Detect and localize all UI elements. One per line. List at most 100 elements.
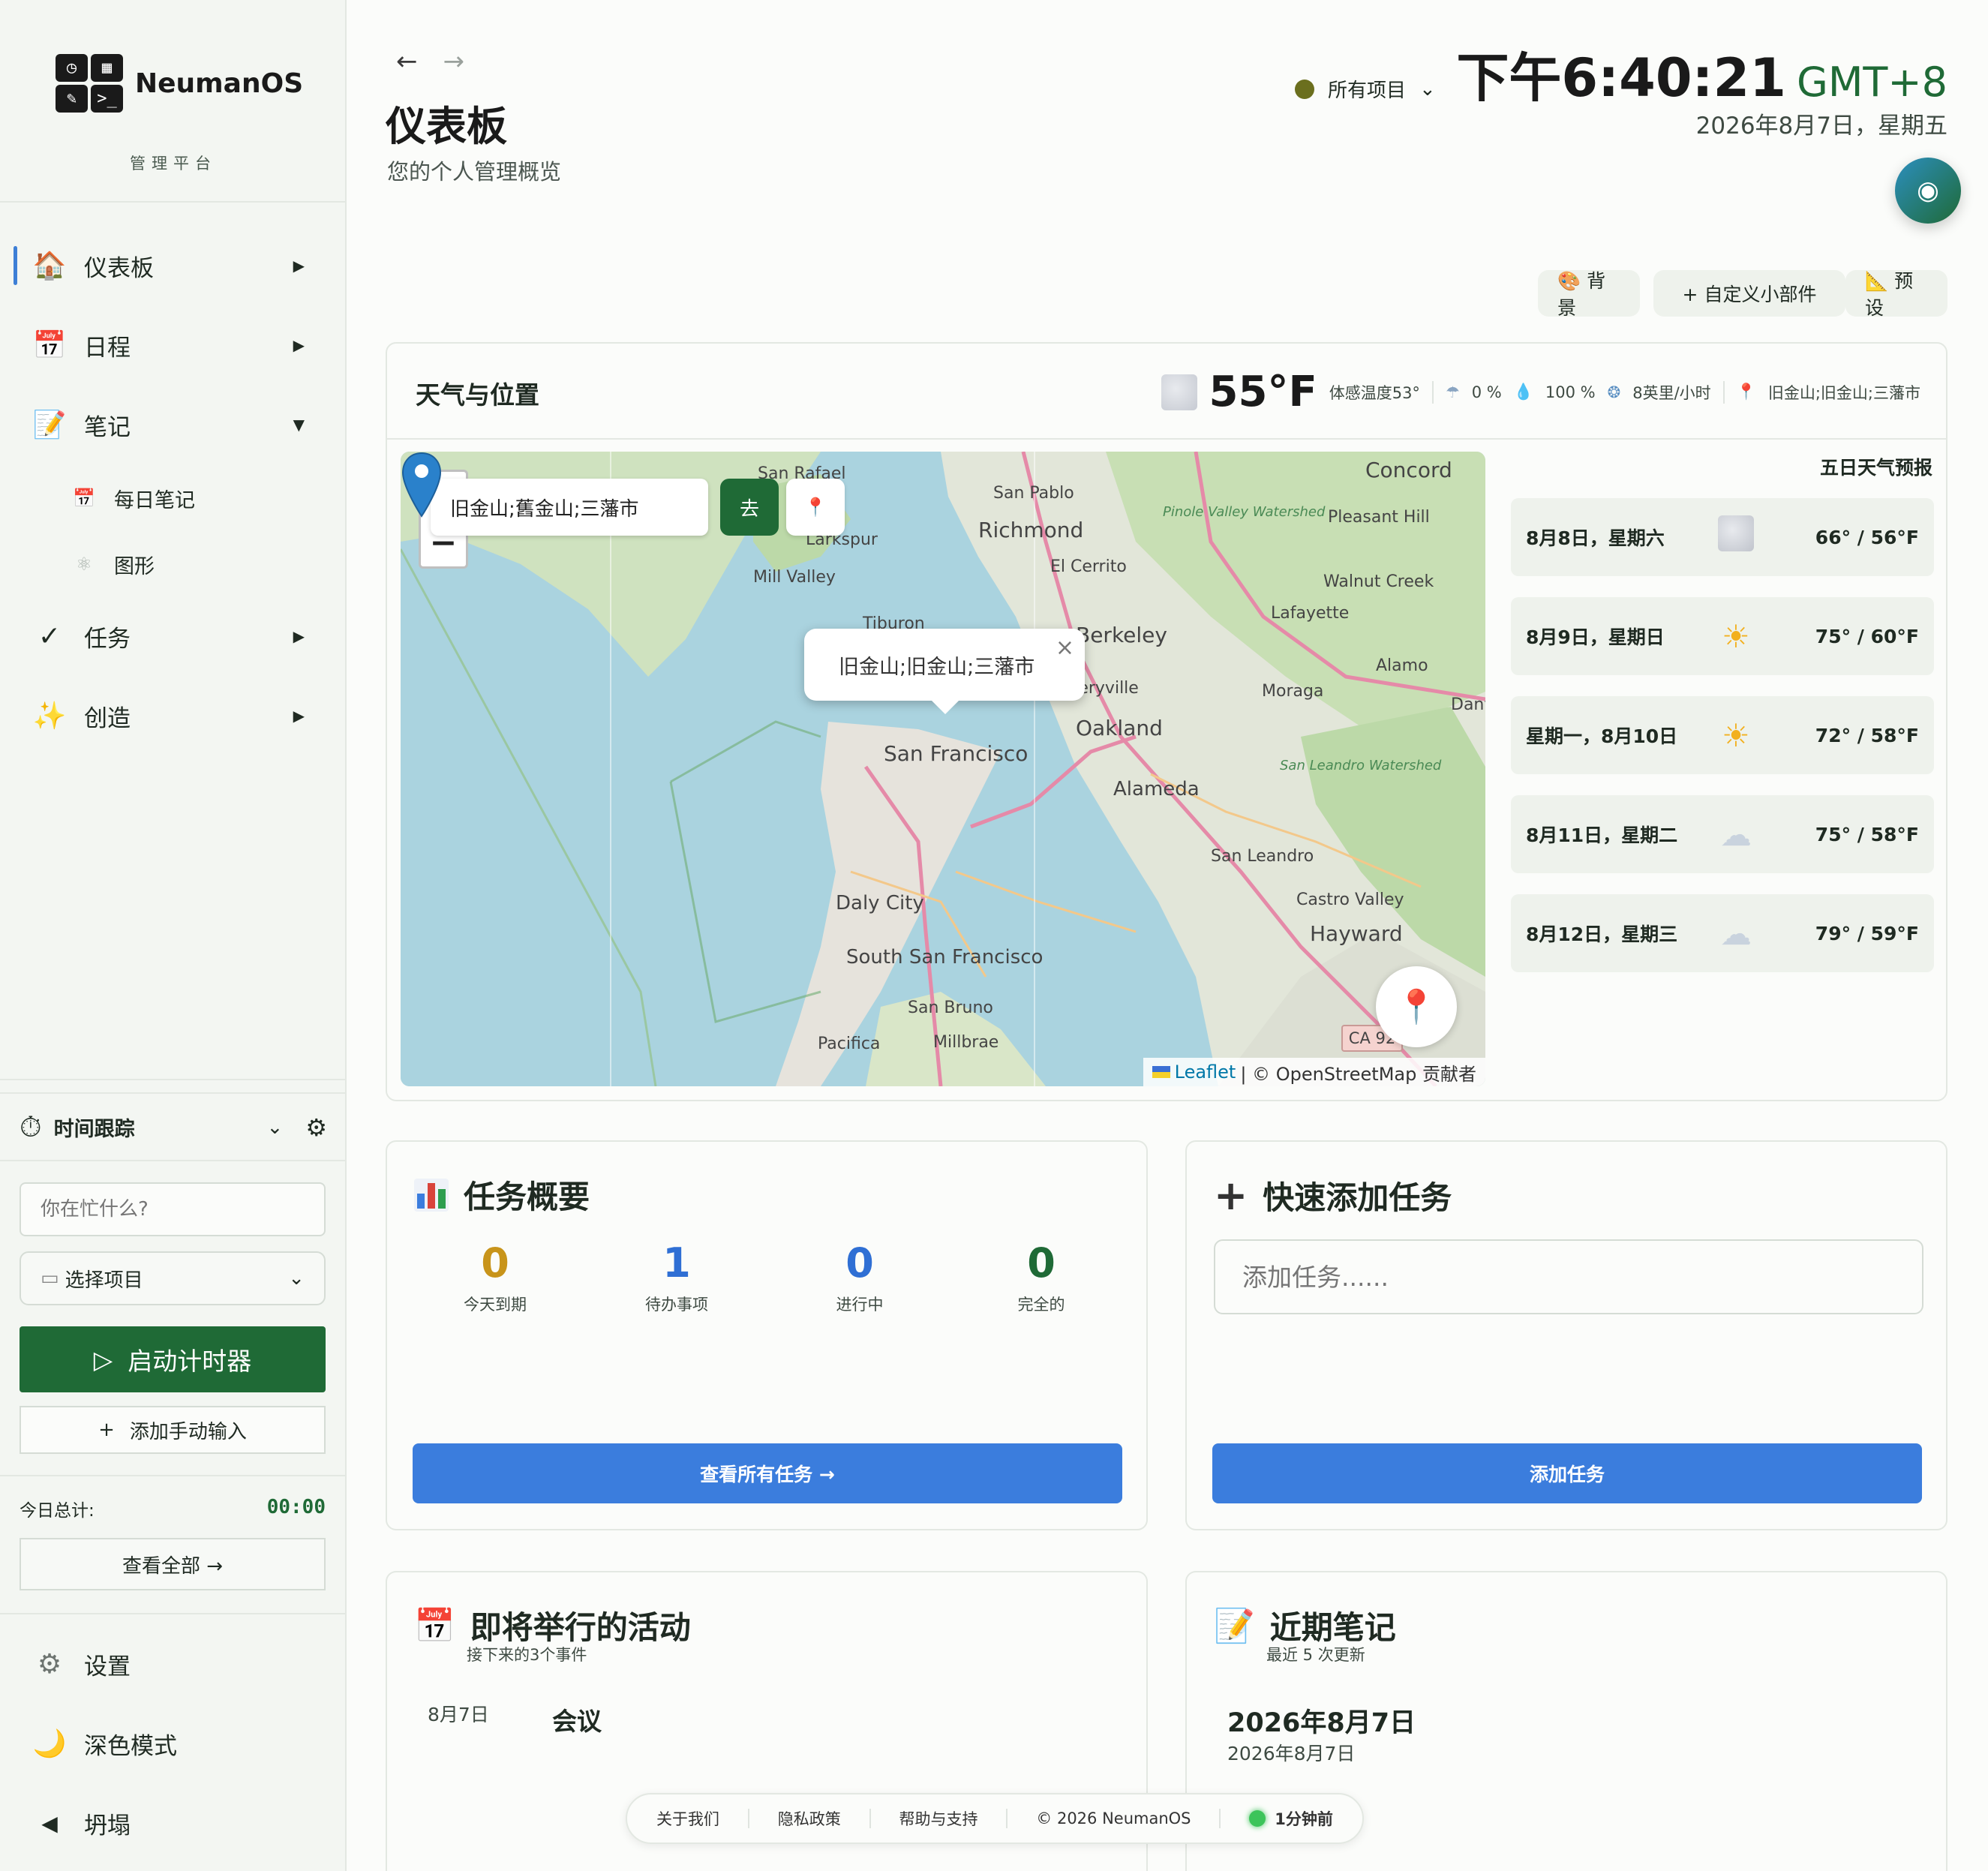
quick-add-card: + 快速添加任务 添加任务 (1185, 1140, 1947, 1530)
stat-in-progress[interactable]: 0 进行中 (785, 1239, 935, 1315)
project-color-dot (1295, 79, 1314, 99)
divider (1431, 380, 1434, 404)
stat-number: 0 (845, 1239, 874, 1287)
map-label: Alameda (1113, 778, 1200, 800)
map-label: Berkeley (1076, 623, 1167, 647)
map-label: Pleasant Hill (1328, 508, 1430, 527)
project-filter[interactable]: 所有项目 ⌄ (1295, 75, 1436, 103)
neumanos-logo-icon: ◷ ▦ ✎ >_ (56, 54, 123, 113)
activity-input[interactable] (20, 1182, 326, 1236)
robot-icon: ◉ (1917, 176, 1939, 206)
add-task-input[interactable] (1214, 1239, 1923, 1314)
project-select[interactable]: ▭ 选择项目 ⌄ (20, 1251, 326, 1305)
map[interactable]: San Rafael Concord San Pablo Richmond Pl… (401, 452, 1485, 1086)
assistant-robot-button[interactable]: ◉ (1895, 158, 1961, 224)
stat-todo[interactable]: 1 待办事项 (602, 1239, 752, 1315)
map-popup-text: 旧金山;旧金山;三藩市 (839, 655, 1035, 679)
sidebar-item-dark-mode[interactable]: 🌙 深色模式 (15, 1716, 315, 1770)
add-manual-entry-button[interactable]: + 添加手动输入 (20, 1406, 326, 1454)
today-total: 今日总计: 00:00 (20, 1496, 326, 1521)
current-temperature: 55°F (1209, 368, 1317, 416)
footer-link-help[interactable]: 帮助与支持 (899, 1807, 978, 1830)
chevron-down-icon[interactable]: ⌄ (267, 1116, 284, 1139)
stat-label: 待办事项 (645, 1296, 708, 1314)
sidebar-item-tasks[interactable]: ✓ 任务 ▶ (15, 609, 315, 663)
chevron-right-icon: ▶ (293, 707, 305, 725)
back-arrow-icon[interactable]: ← (396, 47, 418, 77)
forecast-day: 8月8日，星期六 (1526, 527, 1665, 549)
forecast-temp: 75° / 58°F (1815, 823, 1919, 845)
card-title: + 快速添加任务 (1214, 1172, 1452, 1219)
clock-time: 下午6:40:21 (1456, 47, 1786, 109)
chevron-down-icon: ▼ (293, 416, 305, 434)
sidebar-item-dashboard[interactable]: 🏠 仪表板 ▶ (14, 239, 315, 293)
map-label: Danville (1451, 695, 1485, 714)
map-label: Castro Valley (1296, 890, 1404, 909)
add-task-button[interactable]: 添加任务 (1212, 1443, 1922, 1503)
map-marker-icon[interactable] (401, 452, 443, 518)
memo-icon: 📝 (1214, 1606, 1255, 1645)
flag-icon (1152, 1066, 1170, 1078)
footer-link-privacy[interactable]: 隐私政策 (778, 1807, 841, 1830)
forecast-day: 8月9日，星期日 (1526, 626, 1665, 648)
bar-chart-icon (414, 1178, 449, 1212)
current-date: 2026年8月7日，星期五 (1695, 113, 1947, 140)
stat-due-today[interactable]: 0 今天到期 (420, 1239, 570, 1315)
brand[interactable]: ◷ ▦ ✎ >_ NeumanOS (56, 54, 303, 113)
divider (869, 1809, 871, 1828)
map-label: San Pablo (993, 484, 1074, 503)
view-all-time-button[interactable]: 查看全部 → (20, 1538, 326, 1590)
project-select-label: 选择项目 (65, 1269, 143, 1292)
status-dot-icon (1249, 1810, 1266, 1827)
forecast-day: 8月11日，星期二 (1526, 824, 1678, 846)
locate-me-button[interactable]: 📍 (1376, 966, 1457, 1047)
sidebar-subitem-label: 每日笔记 (114, 488, 195, 512)
map-search-input[interactable] (431, 479, 708, 536)
add-manual-entry-label: 添加手动输入 (129, 1420, 247, 1443)
forward-arrow-icon[interactable]: → (443, 47, 465, 77)
sidebar-item-collapse[interactable]: ◀ 坍塌 (15, 1796, 315, 1850)
sidebar-item-label: 任务 (84, 625, 131, 653)
sun-icon: ☀ (1722, 716, 1750, 754)
sidebar-subitem-daily-notes[interactable]: 📅 每日笔记 (72, 476, 195, 521)
sidebar-subitem-graph[interactable]: ⚛ 图形 (72, 542, 155, 587)
sidebar-item-create[interactable]: ✨ 创造 ▶ (15, 689, 315, 743)
pin-icon: 📍 (1395, 988, 1437, 1026)
calendar-icon: 📅 (414, 1606, 455, 1645)
presets-button[interactable]: 📐 预设 (1845, 270, 1947, 319)
divider (0, 1092, 347, 1094)
start-timer-button[interactable]: ▷ 启动计时器 (20, 1326, 326, 1392)
forecast-title: 五日天气预报 (1819, 457, 1932, 479)
map-pin-button[interactable]: 📍 (786, 479, 845, 536)
chevron-down-icon: ⌄ (1419, 77, 1436, 101)
map-label: Alamo (1376, 656, 1428, 675)
events-title: 即将举行的活动 (470, 1609, 691, 1646)
stat-completed[interactable]: 0 完全的 (966, 1239, 1116, 1315)
map-go-button[interactable]: 去 (720, 479, 779, 536)
view-all-tasks-button[interactable]: 查看所有任务 → (413, 1443, 1122, 1503)
footer-link-about[interactable]: 关于我们 (656, 1807, 719, 1830)
map-tiles: San Rafael Concord San Pablo Richmond Pl… (401, 452, 1485, 1086)
forecast-row: 8月11日，星期二 ☁ 75° / 58°F (1511, 795, 1934, 873)
forecast-temp: 75° / 60°F (1815, 625, 1919, 647)
forecast-row: 8月8日，星期六 66° / 56°F (1511, 498, 1934, 576)
humidity: 100 % (1545, 383, 1596, 401)
stat-number: 0 (1027, 1239, 1056, 1287)
note-title[interactable]: 2026年8月7日 (1227, 1701, 1416, 1740)
map-label: Hayward (1310, 921, 1403, 946)
sidebar-item-settings[interactable]: ⚙ 设置 (15, 1637, 315, 1691)
clock-timezone: GMT+8 (1796, 59, 1947, 106)
forecast-row: 8月12日，星期三 ☁ 79° / 59°F (1511, 894, 1934, 972)
leaflet-link[interactable]: Leaflet (1175, 1062, 1236, 1083)
sidebar-item-notes[interactable]: 📝 笔记 ▼ (15, 398, 315, 452)
moon-icon: 🌙 (32, 1728, 67, 1759)
gear-icon[interactable]: ⚙ (305, 1113, 327, 1142)
background-button[interactable]: 🎨 背景 (1538, 270, 1640, 319)
map-label: San Leandro Watershed (1280, 758, 1442, 773)
event-name[interactable]: 会议 (552, 1701, 602, 1737)
custom-widget-button[interactable]: + 自定义小部件 (1653, 270, 1845, 317)
sidebar-item-label: 创造 (84, 704, 131, 732)
close-icon[interactable]: × (1056, 635, 1074, 661)
weather-header: 天气与位置 55°F 体感温度53° ☂ 0 % 💧 100 % ❂ 8英里/小… (387, 344, 1946, 440)
sidebar-item-schedule[interactable]: 📅 日程 ▶ (15, 318, 315, 372)
